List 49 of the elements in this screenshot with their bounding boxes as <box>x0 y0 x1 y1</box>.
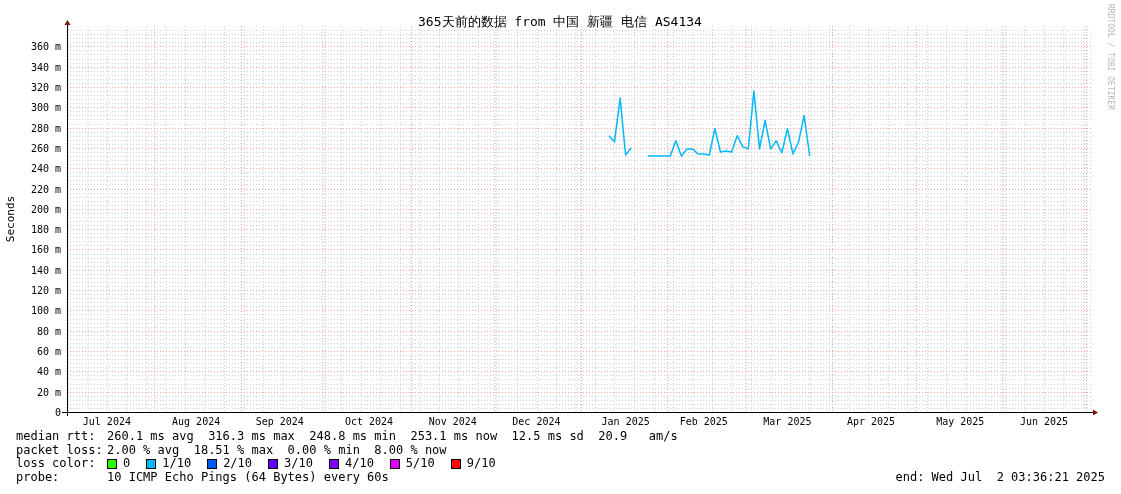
x-tick-label: May 2025 <box>936 416 985 427</box>
probe-text: 10 ICMP Echo Pings (64 Bytes) every 60s <box>107 470 389 484</box>
y-tick-label: 100 m <box>30 305 61 317</box>
legend-label: 2/10 <box>223 457 253 471</box>
y-tick-label: 360 m <box>30 41 61 53</box>
stats-text: 2.00 % avg 18.51 % max 0.00 % min 8.00 % now <box>107 443 447 457</box>
y-tick-label: 200 m <box>30 203 61 215</box>
y-tick-label: 320 m <box>30 81 61 93</box>
y-tick-label: 0 <box>54 407 61 418</box>
y-tick-label: 80 m <box>36 325 61 337</box>
y-tick-label: 340 m <box>30 61 61 73</box>
y-tick-label: 160 m <box>30 244 61 256</box>
y-tick-label: 60 m <box>36 346 61 358</box>
x-tick-label: Apr 2025 <box>847 416 896 427</box>
y-tick-label: 280 m <box>30 122 61 134</box>
credit-text: RRDTOOL / TOBI OETIKER <box>1106 4 1115 110</box>
y-tick-label: 220 m <box>30 183 61 195</box>
legend-label: packet loss: <box>16 443 104 457</box>
x-tick-label: Feb 2025 <box>679 416 728 427</box>
legend-label: 0 <box>123 457 131 471</box>
y-tick-label: 140 m <box>30 264 61 276</box>
x-tick-label: Jun 2025 <box>1019 416 1069 427</box>
legend-label: probe: <box>16 470 61 484</box>
legend-label: loss color: <box>16 457 97 471</box>
x-tick-label: Jul 2024 <box>82 416 131 427</box>
legend-label: 1/10 <box>162 457 192 471</box>
y-tick-label: 120 m <box>30 285 61 297</box>
x-tick-label: Nov 2024 <box>428 416 477 427</box>
axis-title: Seconds <box>4 195 17 243</box>
y-tick-label: 40 m <box>36 366 61 378</box>
x-tick-label: Jan 2025 <box>601 416 650 427</box>
y-tick-label: 180 m <box>30 224 61 236</box>
legend-label: 9/10 <box>466 457 496 471</box>
y-tick-label: 300 m <box>30 102 61 114</box>
y-tick-label: 260 m <box>30 142 61 154</box>
x-tick-label: Dec 2024 <box>512 416 561 427</box>
x-tick-label: Oct 2024 <box>344 416 394 427</box>
legend-label: 4/10 <box>344 457 374 471</box>
end-time-text: end: Wed Jul 2 03:36:21 2025 <box>895 470 1105 484</box>
y-tick-label: 240 m <box>30 163 61 175</box>
legend-label: 3/10 <box>284 457 313 471</box>
x-tick-label: Aug 2024 <box>172 416 221 427</box>
x-tick-label: Sep 2024 <box>255 416 304 427</box>
x-tick-label: Mar 2025 <box>763 416 812 427</box>
legend-label: 5/10 <box>405 457 435 471</box>
legend-label: median rtt: <box>16 430 97 444</box>
y-tick-label: 20 m <box>36 386 61 398</box>
stats-text: 260.1 ms avg 316.3 ms max 248.8 ms min 253.1 ms now 12.5 ms sd 20.9 am/s <box>107 430 678 444</box>
chart-title: 365天前的数据 from 中国 新疆 电信 AS4134 <box>418 14 702 29</box>
